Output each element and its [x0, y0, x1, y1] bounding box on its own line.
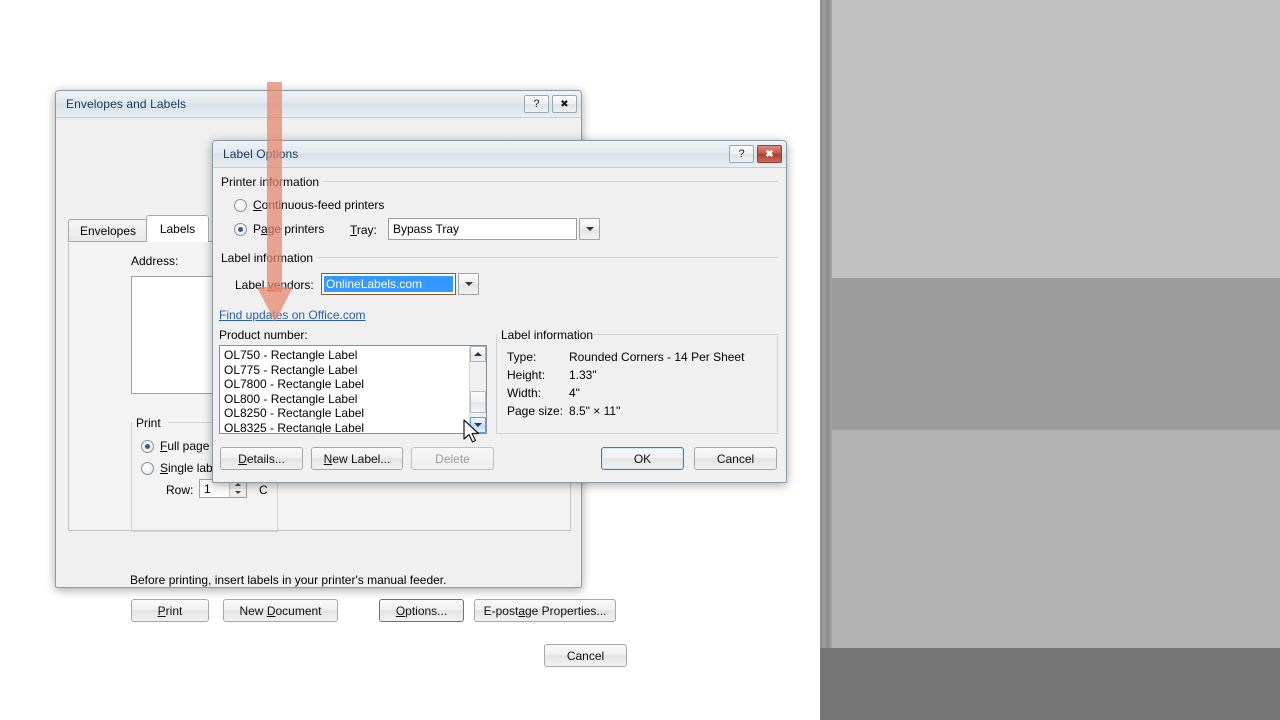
label-options-titlebar: Label Options ? ✖ [213, 141, 786, 168]
band-bottom-dark [820, 648, 1280, 720]
list-item[interactable]: OL7800 - Rectangle Label [220, 377, 486, 392]
address-label: Address: [131, 254, 179, 268]
details-button[interactable]: Details... [220, 447, 303, 470]
printer-note: Before printing, insert labels in your p… [130, 573, 447, 587]
chevron-down-icon [474, 423, 482, 427]
tray-dropdown-value-field[interactable]: Bypass Tray [388, 218, 577, 240]
options-button-label: Options... [395, 603, 448, 618]
band-lower-light [832, 430, 1280, 648]
radio-continuous-feed-printers[interactable]: Continuous-feed printers [234, 198, 384, 212]
options-button[interactable]: Options... [379, 599, 464, 622]
label-options-title: Label Options [223, 147, 299, 161]
envelopes-titlebar: Envelopes and Labels ? ✖ [56, 91, 581, 118]
printer-information-label: Printer information [221, 175, 320, 189]
type-label: Type: [507, 350, 537, 364]
help-icon[interactable]: ? [729, 145, 754, 163]
page-size-value: 8.5" × 11" [569, 404, 621, 418]
radio-page-printers-dot [234, 222, 247, 236]
radio-single-label-dot [141, 461, 154, 475]
chevron-down-icon[interactable] [458, 273, 479, 295]
radio-continuous-feed-dot [234, 198, 247, 212]
print-button-label: Print [157, 603, 183, 618]
tray-dropdown[interactable]: Bypass Tray [388, 218, 600, 240]
radio-continuous-feed-label: Continuous-feed printers [253, 198, 385, 212]
label-options-cancel-button-label: Cancel [716, 451, 755, 466]
height-label: Height: [507, 368, 546, 382]
list-item[interactable]: OL8325 - Rectangle Label [220, 421, 486, 434]
radio-page-printers[interactable]: Page printers [234, 222, 324, 236]
label-vendors-dropdown[interactable]: OnlineLabels.com [321, 273, 479, 295]
label-information-details-box [496, 334, 778, 434]
page-size-label: Page size: [507, 404, 564, 418]
radio-single-label[interactable]: Single label [141, 461, 222, 475]
radio-full-page-dot [141, 439, 154, 453]
width-label: Width: [507, 386, 542, 400]
tab-labels[interactable]: Labels [146, 215, 209, 242]
scrollbar-thumb[interactable] [470, 391, 486, 413]
width-value: 4" [569, 386, 580, 400]
label-vendors-value-field[interactable]: OnlineLabels.com [321, 273, 456, 295]
label-options-dialog: Label Options ? ✖ Printer information Co… [212, 140, 787, 483]
type-value: Rounded Corners - 14 Per Sheet [569, 350, 745, 364]
epostage-properties-button[interactable]: E-postage Properties... [474, 599, 616, 622]
ok-button-label: OK [633, 451, 652, 466]
chevron-up-icon [474, 352, 482, 356]
new-label-button[interactable]: New Label... [311, 447, 403, 470]
product-number-label: Product number: [219, 328, 308, 342]
list-item[interactable]: OL800 - Rectangle Label [220, 392, 486, 407]
band-top-light [832, 0, 1280, 278]
label-options-cancel-button[interactable]: Cancel [694, 447, 777, 470]
new-document-button[interactable]: New Document [223, 599, 338, 622]
new-document-button-label: New Document [239, 603, 322, 618]
ok-button[interactable]: OK [601, 447, 684, 470]
scroll-up-button[interactable] [470, 346, 486, 362]
close-icon[interactable]: ✖ [552, 95, 577, 113]
row-spinner-down-icon[interactable] [230, 488, 246, 497]
delete-button: Delete [411, 447, 494, 470]
new-label-button-label: New Label... [323, 451, 391, 466]
envelopes-title: Envelopes and Labels [66, 97, 187, 111]
find-updates-link[interactable]: Find updates on Office.com [219, 308, 366, 322]
tab-envelopes-label: Envelopes [79, 224, 137, 238]
list-item[interactable]: OL8250 - Rectangle Label [220, 406, 486, 421]
list-item[interactable]: OL750 - Rectangle Label [220, 348, 486, 363]
label-vendors-value: OnlineLabels.com [324, 276, 453, 292]
label-information-line [317, 257, 778, 258]
printer-information-line [323, 181, 778, 182]
envelopes-cancel-button-label: Cancel [566, 648, 605, 663]
product-number-listbox[interactable]: OL750 - Rectangle Label OL775 - Rectangl… [219, 345, 487, 434]
column-label-partial: C [259, 483, 268, 497]
right-side-panel [820, 0, 1280, 720]
envelopes-cancel-button[interactable]: Cancel [544, 644, 627, 667]
panel-edge-strip [820, 0, 832, 720]
product-number-list[interactable]: OL750 - Rectangle Label OL775 - Rectangl… [220, 346, 486, 434]
details-button-label: Details... [238, 451, 285, 466]
label-vendors-label: Label vendors: [235, 278, 314, 292]
list-item[interactable]: OL775 - Rectangle Label [220, 363, 486, 378]
height-value: 1.33" [569, 368, 597, 382]
tray-dropdown-value: Bypass Tray [393, 222, 460, 236]
close-icon[interactable]: ✖ [757, 145, 782, 163]
tab-labels-label: Labels [159, 222, 196, 236]
row-label: Row: [166, 483, 194, 497]
chevron-down-icon[interactable] [579, 218, 600, 240]
radio-page-printers-label: Page printers [253, 222, 325, 236]
tab-envelopes[interactable]: Envelopes [68, 219, 148, 242]
band-mid-medium [832, 278, 1280, 430]
help-icon[interactable]: ? [524, 95, 549, 113]
print-button[interactable]: Print [131, 599, 209, 622]
scroll-down-button[interactable] [470, 417, 486, 433]
delete-button-label: Delete [435, 451, 470, 466]
tray-label: Tray: [350, 223, 377, 237]
epostage-properties-button-label: E-postage Properties... [483, 603, 607, 618]
label-information-group-label: Label information [221, 251, 314, 265]
product-list-scrollbar[interactable] [469, 346, 486, 433]
